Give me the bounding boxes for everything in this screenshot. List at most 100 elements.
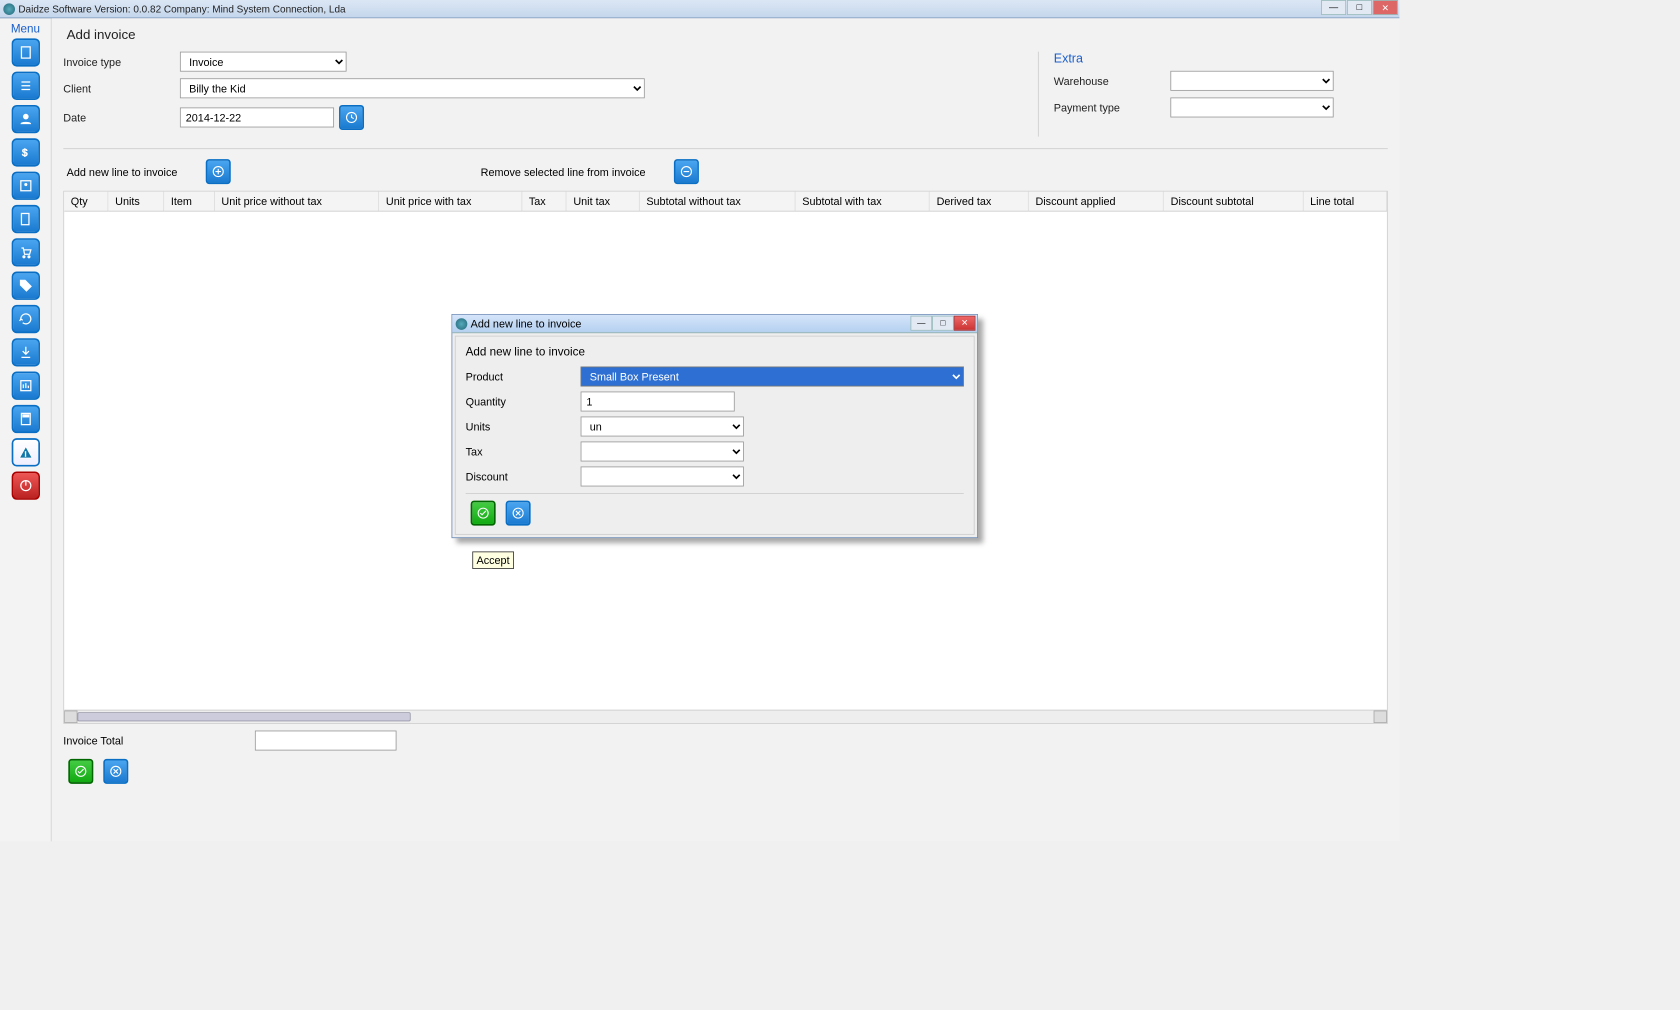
warning-icon: ! (18, 445, 33, 460)
contact-icon (18, 178, 33, 193)
date-input[interactable] (180, 107, 334, 127)
col-subtotal-with-tax[interactable]: Subtotal with tax (795, 192, 929, 212)
accept-tooltip: Accept (472, 551, 513, 568)
sidebar-btn-report[interactable] (11, 372, 39, 400)
sidebar-btn-power[interactable] (11, 471, 39, 499)
invoice-type-label: Invoice type (63, 55, 180, 67)
plus-icon (212, 165, 225, 178)
cancel-invoice-button[interactable] (103, 759, 128, 784)
sidebar-btn-refresh[interactable] (11, 305, 39, 333)
col-unit-price-with-tax[interactable]: Unit price with tax (379, 192, 522, 212)
sidebar-btn-calc[interactable] (11, 405, 39, 433)
tax-select[interactable] (581, 441, 744, 461)
scroll-right-arrow[interactable] (1374, 711, 1387, 723)
accept-invoice-button[interactable] (68, 759, 93, 784)
sidebar-btn-warning[interactable]: ! (11, 438, 39, 466)
sidebar-btn-shop[interactable] (11, 238, 39, 266)
col-qty[interactable]: Qty (64, 192, 108, 212)
dialog-close-button[interactable]: ✕ (954, 316, 976, 331)
sidebar-btn-users[interactable] (11, 105, 39, 133)
document-icon (18, 45, 33, 60)
page-title: Add invoice (67, 28, 1388, 43)
client-select[interactable]: Billy the Kid (180, 78, 645, 98)
download-icon (18, 345, 33, 360)
payment-type-select[interactable] (1170, 97, 1333, 117)
user-icon (18, 112, 33, 127)
scroll-left-arrow[interactable] (64, 711, 77, 723)
report-icon (18, 378, 33, 393)
window-titlebar: Daidze Software Version: 0.0.82 Company:… (0, 0, 1399, 18)
sidebar-btn-tag[interactable] (11, 272, 39, 300)
dialog-heading: Add new line to invoice (466, 345, 964, 358)
horizontal-scrollbar[interactable] (64, 710, 1387, 723)
dialog-minimize-button[interactable]: — (910, 316, 932, 331)
col-unit-price-no-tax[interactable]: Unit price without tax (214, 192, 379, 212)
col-discount-applied[interactable]: Discount applied (1028, 192, 1163, 212)
x-icon (109, 765, 122, 778)
refresh-icon (18, 312, 33, 327)
book-icon (18, 212, 33, 227)
warehouse-select[interactable] (1170, 71, 1333, 91)
dialog-maximize-button[interactable]: □ (932, 316, 954, 331)
dialog-accept-button[interactable] (471, 501, 496, 526)
sidebar-btn-download[interactable] (11, 338, 39, 366)
dialog-title: Add new line to invoice (471, 317, 582, 329)
list-icon (18, 78, 33, 93)
tax-label: Tax (466, 445, 581, 457)
dialog-cancel-button[interactable] (506, 501, 531, 526)
sidebar-btn-contacts[interactable] (11, 172, 39, 200)
warehouse-label: Warehouse (1054, 75, 1171, 87)
sidebar-btn-list[interactable] (11, 72, 39, 100)
x-icon (511, 506, 524, 519)
add-line-dialog: Add new line to invoice — □ ✕ Add new li… (451, 314, 977, 538)
date-picker-button[interactable] (339, 105, 364, 130)
invoice-type-select[interactable]: Invoice (180, 52, 347, 72)
clock-icon (345, 111, 358, 124)
col-derived-tax[interactable]: Derived tax (929, 192, 1028, 212)
add-line-button[interactable] (206, 159, 231, 184)
scroll-thumb[interactable] (77, 712, 410, 721)
payment-type-label: Payment type (1054, 101, 1171, 113)
col-subtotal-no-tax[interactable]: Subtotal without tax (639, 192, 795, 212)
sidebar-btn-invoices[interactable] (11, 38, 39, 66)
remove-line-label: Remove selected line from invoice (481, 165, 646, 177)
app-icon (3, 3, 15, 15)
power-icon (18, 478, 33, 493)
col-item[interactable]: Item (164, 192, 215, 212)
minimize-button[interactable]: — (1321, 0, 1346, 15)
dialog-app-icon (456, 318, 468, 330)
sidebar: Menu $ ! (0, 18, 52, 841)
close-button[interactable]: ✕ (1373, 0, 1398, 15)
calculator-icon (18, 412, 33, 427)
invoice-total-input[interactable] (255, 731, 397, 751)
cart-icon (18, 245, 33, 260)
remove-line-button[interactable] (674, 159, 699, 184)
maximize-button[interactable]: □ (1347, 0, 1372, 15)
discount-select[interactable] (581, 466, 744, 486)
units-select[interactable]: un (581, 417, 744, 437)
units-label: Units (466, 420, 581, 432)
col-tax[interactable]: Tax (522, 192, 566, 212)
menu-label: Menu (11, 22, 40, 35)
client-label: Client (63, 82, 180, 94)
discount-label: Discount (466, 470, 581, 482)
svg-text:!: ! (24, 450, 26, 459)
col-discount-subtotal[interactable]: Discount subtotal (1164, 192, 1304, 212)
col-line-total[interactable]: Line total (1303, 192, 1386, 212)
tag-icon (18, 278, 33, 293)
window-title: Daidze Software Version: 0.0.82 Company:… (18, 3, 345, 15)
product-select[interactable]: Small Box Present (581, 367, 964, 387)
minus-icon (680, 165, 693, 178)
sidebar-btn-address[interactable] (11, 205, 39, 233)
quantity-label: Quantity (466, 395, 581, 407)
date-label: Date (63, 111, 180, 123)
svg-text:$: $ (22, 148, 28, 159)
invoice-total-label: Invoice Total (63, 734, 255, 746)
add-line-label: Add new line to invoice (67, 165, 178, 177)
col-units[interactable]: Units (108, 192, 164, 212)
check-icon (476, 506, 489, 519)
col-unit-tax[interactable]: Unit tax (566, 192, 639, 212)
sidebar-btn-money[interactable]: $ (11, 138, 39, 166)
check-icon (74, 765, 87, 778)
quantity-input[interactable] (581, 392, 735, 412)
